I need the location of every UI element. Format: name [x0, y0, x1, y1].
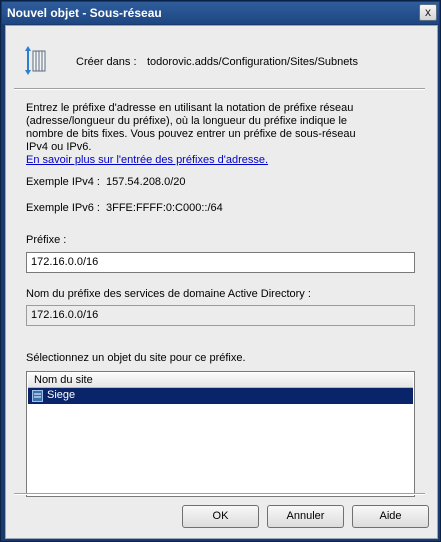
subnet-container-icon [25, 46, 47, 76]
help-button[interactable]: Aide [352, 505, 429, 528]
ipv6-example-value: 3FFE:FFFF:0:C000::/64 [106, 202, 223, 214]
learn-more-link[interactable]: En savoir plus sur l'entrée des préfixes… [26, 154, 356, 167]
ipv6-example-label: Exemple IPv6 : [26, 202, 100, 214]
site-row[interactable]: Siege [28, 388, 413, 404]
close-button[interactable]: x [419, 4, 437, 21]
dialog-window: Nouvel objet - Sous-réseau x Créer dans … [0, 0, 441, 542]
header-separator [14, 88, 425, 90]
site-icon [32, 390, 43, 402]
close-icon: x [425, 5, 431, 19]
footer-separator [14, 493, 425, 495]
dialog-body: Créer dans : todorovic.adds/Configuratio… [5, 25, 438, 539]
window-title: Nouvel objet - Sous-réseau [7, 6, 162, 20]
create-in-path: todorovic.adds/Configuration/Sites/Subne… [147, 56, 358, 68]
instruction-line: nombre de bits fixes. Vous pouvez entrer… [26, 128, 356, 140]
ad-prefix-field: 172.16.0.0/16 [26, 305, 415, 326]
create-in-label: Créer dans : [76, 56, 137, 68]
instruction-line: (adresse/longueur du préfixe), où la lon… [26, 115, 348, 127]
ok-button[interactable]: OK [182, 505, 259, 528]
prefix-input[interactable]: 172.16.0.0/16 [26, 252, 415, 273]
title-bar[interactable]: Nouvel objet - Sous-réseau x [2, 2, 439, 24]
ad-prefix-label: Nom du préfixe des services de domaine A… [26, 288, 311, 300]
site-label: Sélectionnez un objet du site pour ce pr… [26, 352, 246, 364]
column-site-name[interactable]: Nom du site [34, 374, 93, 386]
site-name: Siege [47, 389, 76, 401]
prefix-label: Préfixe : [26, 234, 67, 246]
cancel-button[interactable]: Annuler [267, 505, 344, 528]
ipv4-example-value: 157.54.208.0/20 [106, 176, 186, 188]
site-list[interactable]: Nom du site Siege [26, 371, 415, 497]
instructions-text: Entrez le préfixe d'adresse en utilisant… [26, 102, 356, 167]
instruction-line: Entrez le préfixe d'adresse en utilisant… [26, 102, 354, 114]
ipv4-example-label: Exemple IPv4 : [26, 176, 100, 188]
site-list-header[interactable]: Nom du site [28, 373, 413, 388]
instruction-line: IPv4 ou IPv6. [26, 141, 92, 153]
